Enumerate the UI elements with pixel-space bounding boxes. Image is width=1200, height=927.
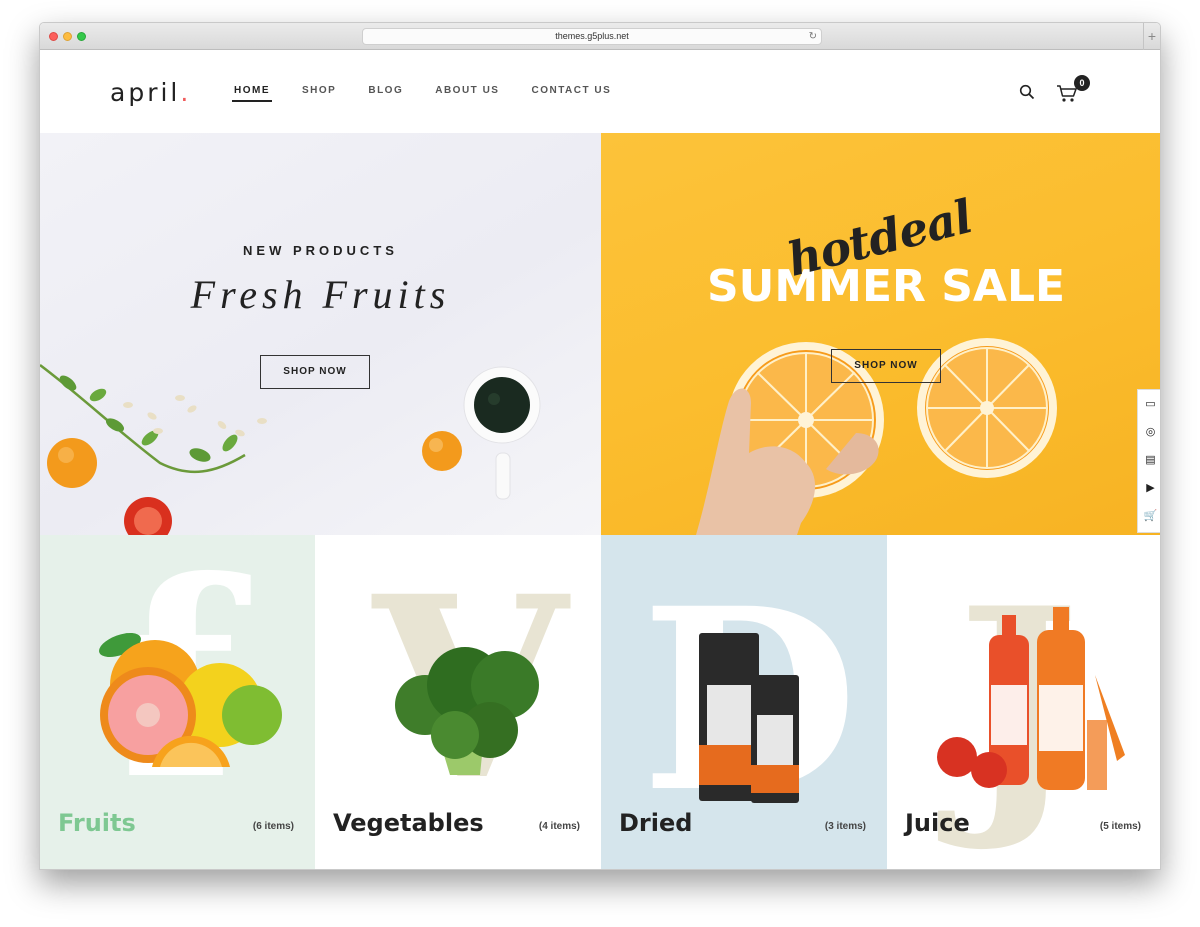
category-vegetables[interactable]: V Vegetables (4 items) <box>315 535 601 869</box>
close-window-icon[interactable] <box>49 32 58 41</box>
category-juice[interactable]: J Juice (5 items) <box>887 535 1160 869</box>
address-bar[interactable]: themes.g5plus.net ↻ <box>362 28 822 45</box>
category-name[interactable]: Fruits <box>58 809 136 837</box>
url-text: themes.g5plus.net <box>555 31 629 41</box>
document-icon[interactable]: ▤ <box>1138 446 1160 474</box>
category-name[interactable]: Vegetables <box>333 809 484 837</box>
browser-titlebar: themes.g5plus.net ↻ + <box>40 23 1160 50</box>
category-dried[interactable]: D Dried (3 items) <box>601 535 887 869</box>
nav-shop[interactable]: SHOP <box>300 85 338 102</box>
hero-fruits-image <box>40 364 541 535</box>
category-count: (6 items) <box>252 821 294 832</box>
minimize-window-icon[interactable] <box>63 32 72 41</box>
site-header: april. HOME SHOP BLOG ABOUT US CONTACT U… <box>40 50 1160 133</box>
browser-window: themes.g5plus.net ↻ + april. HOME SHOP B… <box>39 22 1161 870</box>
cart-count-badge: 0 <box>1074 75 1090 91</box>
search-icon[interactable] <box>1019 84 1035 100</box>
logo[interactable]: april. <box>110 78 188 107</box>
play-icon[interactable]: ▶ <box>1138 474 1160 502</box>
hero-new-products: NEW PRODUCTS Fresh Fruits SHOP NOW <box>40 133 601 535</box>
cart-small-icon[interactable]: 🛒 <box>1138 502 1160 530</box>
reload-icon[interactable]: ↻ <box>809 30 817 43</box>
nav-home[interactable]: HOME <box>232 85 272 102</box>
logo-text: april <box>110 78 181 107</box>
category-name[interactable]: Dried <box>619 809 692 837</box>
category-name[interactable]: Juice <box>905 809 970 837</box>
nav-about-us[interactable]: ABOUT US <box>433 85 501 102</box>
hero-headline: Fresh Fruits <box>190 272 451 317</box>
nav-contact-us[interactable]: CONTACT US <box>529 85 613 102</box>
side-toolbar: ▭ ◎ ▤ ▶ 🛒 <box>1137 389 1160 533</box>
category-grid: f Fruits (6 items) V <box>40 535 1160 869</box>
category-fruits[interactable]: f Fruits (6 items) <box>40 535 315 869</box>
hero-eyebrow: NEW PRODUCTS <box>243 243 398 258</box>
support-icon[interactable]: ◎ <box>1138 418 1160 446</box>
new-tab-icon[interactable]: + <box>1143 23 1160 50</box>
category-count: (4 items) <box>538 821 580 832</box>
hero-oranges-image <box>696 338 1057 535</box>
nav-blog[interactable]: BLOG <box>366 85 405 102</box>
maximize-window-icon[interactable] <box>77 32 86 41</box>
logo-dot: . <box>180 78 189 107</box>
category-count: (5 items) <box>1099 821 1141 832</box>
category-count: (3 items) <box>824 821 866 832</box>
main-nav: HOME SHOP BLOG ABOUT US CONTACT US <box>232 85 613 102</box>
summer-sale-headline: SUMMER SALE <box>706 261 1066 312</box>
desktop-icon[interactable]: ▭ <box>1138 390 1160 418</box>
shop-now-button-left[interactable]: SHOP NOW <box>260 355 370 389</box>
hero-summer-sale: hotdeal SUMMER SALE SHOP NOW <box>601 133 1160 535</box>
shop-now-button-right[interactable]: SHOP NOW <box>831 349 941 383</box>
